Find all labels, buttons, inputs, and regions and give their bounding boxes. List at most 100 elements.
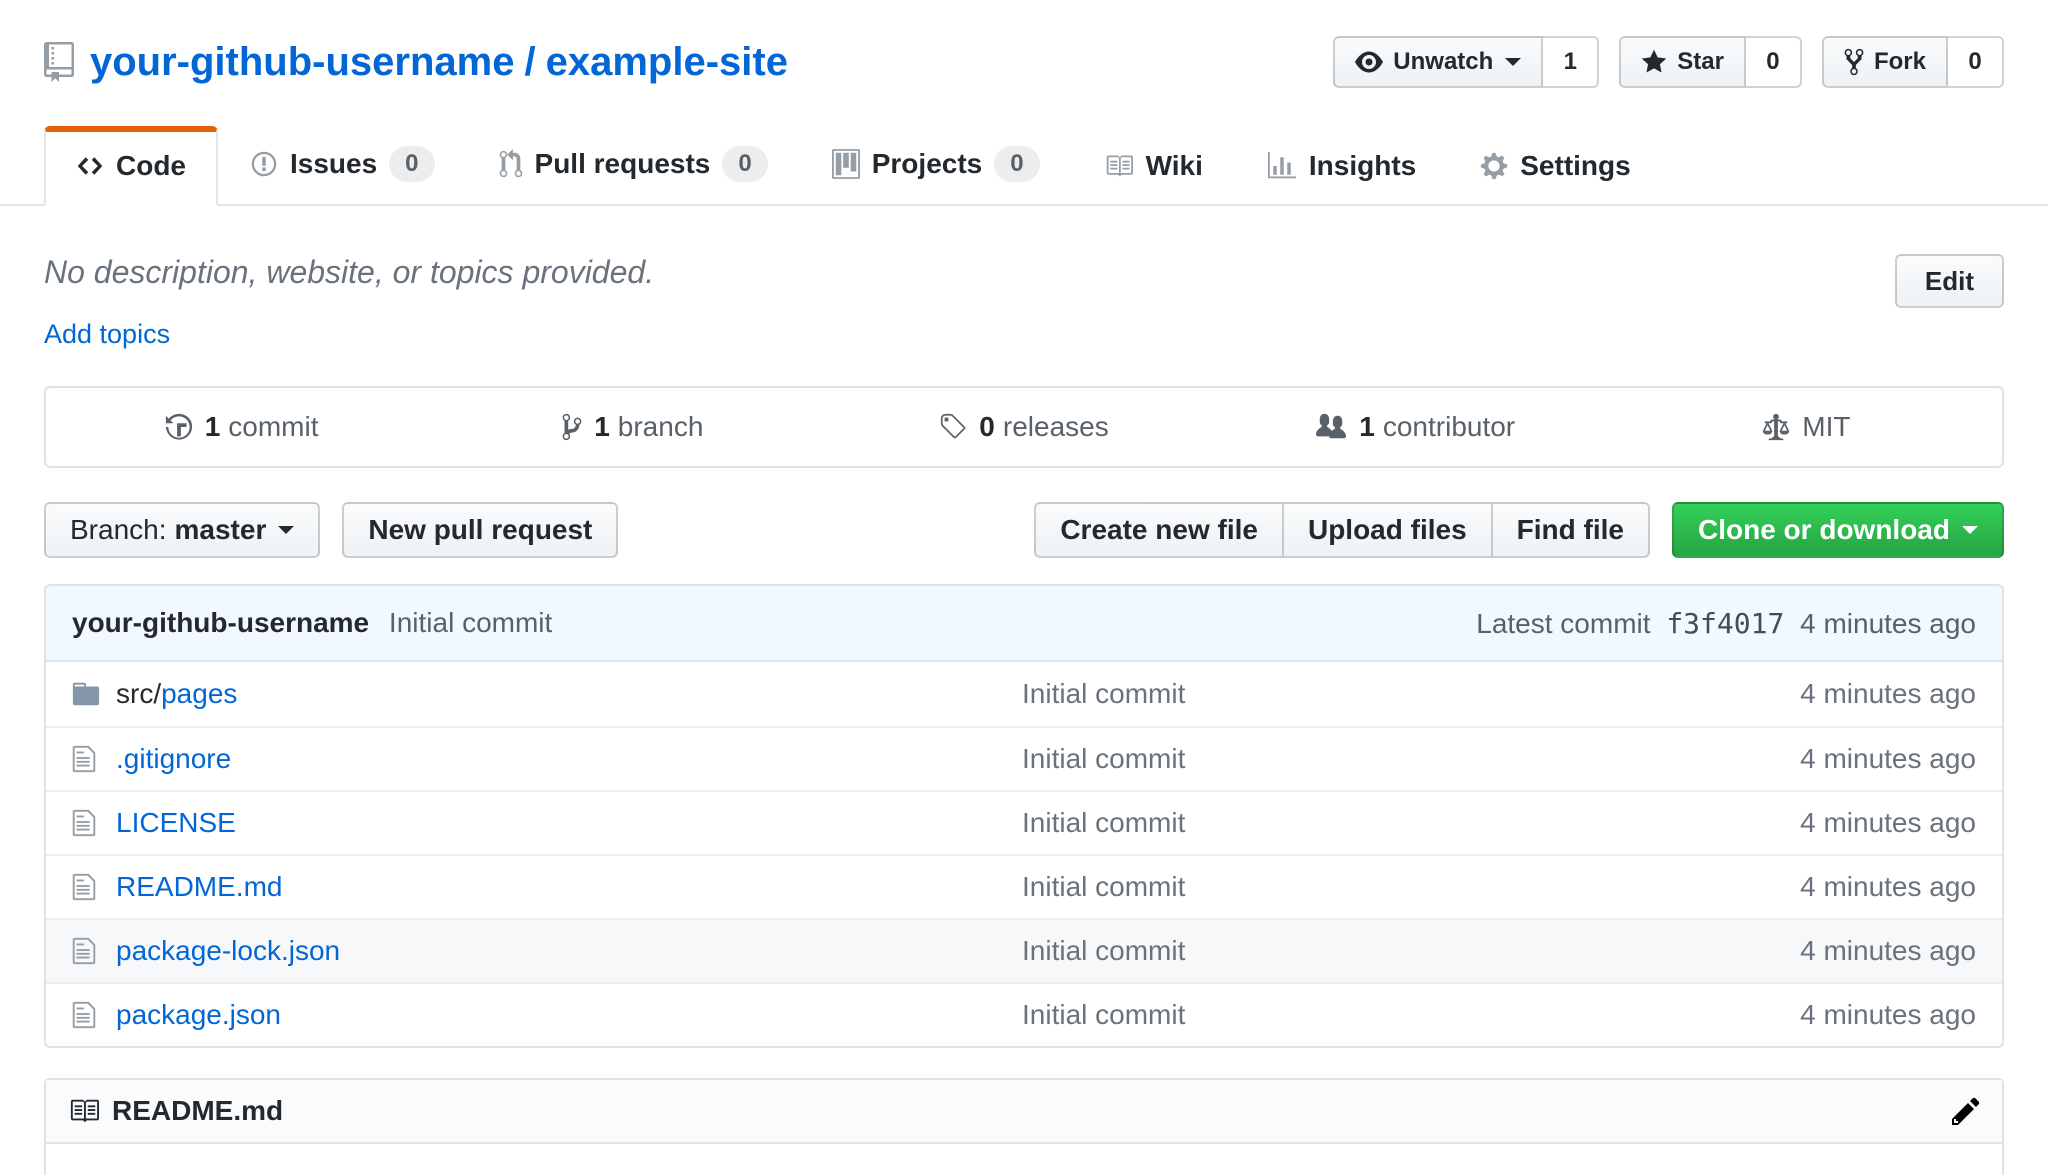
releases-label: releases [1003, 411, 1109, 443]
create-new-file-button[interactable]: Create new file [1034, 502, 1282, 558]
file-link[interactable]: .gitignore [116, 743, 231, 775]
file-actions-group: Create new file Upload files Find file [1034, 502, 1650, 558]
tab-pull-requests[interactable]: Pull requests 0 [467, 122, 800, 206]
commit-message-link[interactable]: Initial commit [389, 607, 552, 638]
file-link[interactable]: LICENSE [116, 807, 236, 839]
branches-label: branch [618, 411, 704, 443]
git-branch-icon [562, 412, 582, 442]
repo-header: your-github-username / example-site Unwa… [44, 0, 2004, 88]
file-browser: your-github-username Initial commit Late… [44, 584, 2004, 1048]
license-label: MIT [1802, 411, 1850, 443]
branch-name-label: master [175, 514, 267, 546]
stats-bar: 1 commit 1 branch 0 releases 1 contribut… [44, 386, 2004, 468]
latest-commit-time: 4 minutes ago [1800, 608, 1976, 639]
new-pull-request-button[interactable]: New pull request [342, 502, 618, 558]
watch-group: Unwatch 1 [1333, 36, 1599, 88]
file-commit-time: 4 minutes ago [1576, 743, 1976, 775]
branches-link[interactable]: 1 branch [437, 388, 828, 466]
star-label: Star [1677, 48, 1724, 76]
contributors-link[interactable]: 1 contributor [1220, 388, 1611, 466]
file-icon [72, 744, 116, 774]
add-topics-link[interactable]: Add topics [44, 319, 170, 350]
file-commit-time: 4 minutes ago [1576, 935, 1976, 967]
table-row: README.md Initial commit 4 minutes ago [46, 854, 2002, 918]
file-commit-time: 4 minutes ago [1576, 871, 1976, 903]
file-link[interactable]: README.md [116, 871, 282, 903]
clone-or-download-button[interactable]: Clone or download [1672, 502, 2004, 558]
readme-content [46, 1144, 2002, 1175]
repo-owner-link[interactable]: your-github-username [90, 40, 514, 85]
file-commit-message[interactable]: Initial commit [1022, 743, 1576, 775]
find-file-button[interactable]: Find file [1491, 502, 1650, 558]
repo-nav: Code Issues 0 Pull requests 0 Projects 0 [0, 122, 2048, 206]
code-icon [76, 152, 104, 180]
commits-label: commit [228, 411, 318, 443]
tab-projects[interactable]: Projects 0 [800, 122, 1072, 206]
readme-section: README.md [44, 1078, 2004, 1175]
repo-title-separator: / [524, 40, 535, 85]
edit-button[interactable]: Edit [1895, 254, 2004, 308]
file-commit-message[interactable]: Initial commit [1022, 678, 1576, 710]
table-row: src/pages Initial commit 4 minutes ago [46, 662, 2002, 726]
history-icon [165, 412, 193, 442]
file-link[interactable]: src/pages [116, 678, 237, 710]
watchers-count[interactable]: 1 [1543, 36, 1599, 88]
file-link[interactable]: package.json [116, 999, 281, 1031]
unwatch-button[interactable]: Unwatch [1333, 36, 1543, 88]
tab-code[interactable]: Code [44, 126, 218, 206]
license-link[interactable]: MIT [1611, 388, 2002, 466]
pencil-icon[interactable] [1952, 1095, 1980, 1127]
tab-code-label: Code [116, 150, 186, 182]
pulls-counter: 0 [722, 146, 767, 182]
star-button[interactable]: Star [1619, 36, 1746, 88]
projects-counter: 0 [994, 146, 1039, 182]
pagehead-actions: Unwatch 1 Star 0 Fork 0 [1333, 36, 2004, 88]
folder-icon [72, 679, 116, 709]
tab-insights[interactable]: Insights [1235, 126, 1448, 206]
files-table: src/pages Initial commit 4 minutes ago .… [46, 662, 2002, 1046]
file-toolbar: Branch: master New pull request Create n… [44, 502, 2004, 558]
repo-icon [44, 42, 74, 82]
forks-count[interactable]: 0 [1948, 36, 2004, 88]
fork-icon [1844, 47, 1864, 77]
upload-files-button[interactable]: Upload files [1282, 502, 1491, 558]
table-row: package.json Initial commit 4 minutes ag… [46, 982, 2002, 1046]
table-row: .gitignore Initial commit 4 minutes ago [46, 726, 2002, 790]
commit-sha-link[interactable]: f3f4017 [1666, 607, 1784, 640]
project-icon [832, 149, 860, 179]
file-commit-message[interactable]: Initial commit [1022, 999, 1576, 1031]
repo-name-link[interactable]: example-site [546, 40, 788, 85]
repo-title: your-github-username / example-site [44, 40, 788, 85]
file-icon [72, 872, 116, 902]
latest-commit-bar: your-github-username Initial commit Late… [46, 586, 2002, 662]
tab-issues[interactable]: Issues 0 [218, 122, 467, 206]
file-icon [72, 808, 116, 838]
clone-label: Clone or download [1698, 514, 1950, 546]
branch-select-button[interactable]: Branch: master [44, 502, 320, 558]
chevron-down-icon [1505, 58, 1521, 66]
readme-title: README.md [112, 1095, 283, 1127]
releases-link[interactable]: 0 releases [828, 388, 1219, 466]
tab-insights-label: Insights [1309, 150, 1416, 182]
file-commit-time: 4 minutes ago [1576, 678, 1976, 710]
commit-author-link[interactable]: your-github-username [72, 607, 369, 638]
file-commit-message[interactable]: Initial commit [1022, 871, 1576, 903]
tab-wiki[interactable]: Wiki [1072, 126, 1235, 206]
file-commit-time: 4 minutes ago [1576, 999, 1976, 1031]
eye-icon [1355, 48, 1383, 76]
file-link[interactable]: package-lock.json [116, 935, 340, 967]
fork-button[interactable]: Fork [1822, 36, 1948, 88]
table-row: package-lock.json Initial commit 4 minut… [46, 918, 2002, 982]
star-group: Star 0 [1619, 36, 1802, 88]
tab-wiki-label: Wiki [1146, 150, 1203, 182]
branches-count: 1 [594, 411, 610, 443]
issues-counter: 0 [389, 146, 434, 182]
tab-settings[interactable]: Settings [1448, 126, 1662, 206]
commits-count: 1 [205, 411, 221, 443]
stargazers-count[interactable]: 0 [1746, 36, 1802, 88]
commits-link[interactable]: 1 commit [46, 388, 437, 466]
chevron-down-icon [278, 526, 294, 534]
file-icon [72, 936, 116, 966]
file-commit-message[interactable]: Initial commit [1022, 935, 1576, 967]
file-commit-message[interactable]: Initial commit [1022, 807, 1576, 839]
